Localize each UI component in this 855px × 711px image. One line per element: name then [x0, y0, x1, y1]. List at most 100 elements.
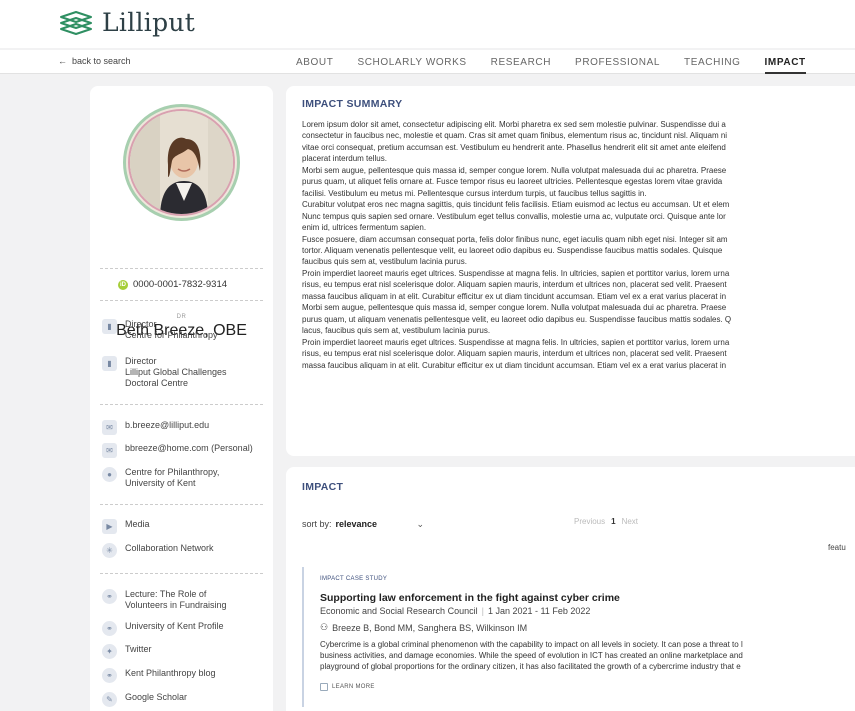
authors-text: Breeze B, Bond MM, Sanghera BS, Wilkinso…: [332, 622, 528, 633]
divider: [100, 573, 263, 574]
email-work-link[interactable]: ✉ b.breeze@lilliput.edu: [102, 420, 270, 435]
summary-line: Nunc tempus quis sapien sed ornare. Vest…: [302, 211, 726, 221]
mail-icon: ✉: [102, 420, 117, 435]
people-icon: ⚇: [320, 622, 329, 632]
tab-professional[interactable]: PROFESSIONAL: [575, 50, 660, 74]
tab-teaching[interactable]: TEACHING: [684, 50, 740, 74]
back-to-search-link[interactable]: ← back to search: [58, 56, 131, 66]
summary-line: vitae orci consequat, pretium accumsan e…: [302, 142, 726, 152]
impact-summary-text: Lorem ipsum dolor sit amet, consectetur …: [302, 119, 855, 371]
summary-line: purus quam, ut aliquam venenatis pellent…: [302, 314, 732, 324]
summary-line: Fusce posuere, diam accumsan consequat p…: [302, 234, 728, 244]
result-type: IMPACT CASE STUDY: [320, 576, 388, 582]
section-tabs: ABOUT SCHOLARLY WORKS RESEARCH PROFESSIO…: [296, 50, 830, 74]
previous-page-button[interactable]: Previous: [574, 517, 605, 526]
blog-link[interactable]: ⚭ Kent Philanthropy blog: [102, 668, 270, 683]
result-funder: Economic and Social Research Council: [320, 606, 478, 616]
role-item: ▮ Director Lilliput Global Challenges Doct…: [102, 356, 270, 389]
portrait-image: [130, 111, 233, 214]
summary-line: massa faucibus aliquam in at elit. Curab…: [302, 360, 727, 370]
network-icon: ✳: [102, 543, 117, 558]
summary-line: risus, eu tempus erat nisl scelerisque d…: [302, 280, 727, 290]
divider: [100, 404, 263, 405]
description-line: Cybercrime is a global criminal phenomen…: [320, 640, 743, 649]
result-dates: 1 Jan 2021 - 11 Feb 2022: [487, 606, 591, 616]
role-title: Director: [125, 356, 157, 366]
sort-value: relevance: [335, 519, 378, 529]
summary-line: Morbi sem augue, pellentesque quis massa…: [302, 165, 727, 175]
link-label: Kent Philanthropy blog: [125, 668, 216, 678]
role-title: Director: [125, 319, 157, 329]
sort-prefix: sort by:: [302, 519, 332, 529]
twitter-link[interactable]: ✦ Twitter: [102, 644, 270, 659]
summary-line: enim id, ultrices fermentum sapien.: [302, 223, 427, 233]
tab-research[interactable]: RESEARCH: [491, 50, 551, 74]
learn-more-link[interactable]: LEARN MORE: [320, 683, 375, 691]
result-authors: ⚇ Breeze B, Bond MM, Sanghera BS, Wilkin…: [320, 622, 527, 633]
document-icon: [320, 683, 328, 691]
link-label: Google Scholar: [125, 692, 188, 702]
link-label: University of Kent Profile: [125, 621, 224, 631]
tab-scholarly-works[interactable]: SCHOLARLY WORKS: [357, 50, 466, 74]
link-icon: ⚭: [102, 668, 117, 683]
avatar: [123, 104, 240, 221]
twitter-icon: ✦: [102, 644, 117, 659]
impact-summary-title: IMPACT SUMMARY: [302, 98, 403, 110]
next-page-button[interactable]: Next: [622, 517, 638, 526]
summary-line: Morbi sem augue, pellentesque quis massa…: [302, 303, 727, 313]
profile-sidebar: DR Beth Breeze, OBE iD 0000-0001-7832-93…: [90, 86, 273, 711]
result-meta: Economic and Social Research Council | 1 J…: [320, 606, 590, 616]
collaboration-network-link[interactable]: ✳ Collaboration Network: [102, 543, 270, 558]
google-scholar-link[interactable]: ✎ Google Scholar: [102, 692, 270, 707]
role-org: Centre for Philanthropy: [125, 330, 218, 340]
scholar-icon: ✎: [102, 692, 117, 707]
building-icon: ▮: [102, 319, 117, 334]
link-label: Lecture: The Role of: [125, 589, 207, 599]
top-header: Lilliput: [0, 0, 855, 48]
address-line1: Centre for Philanthropy,: [125, 467, 220, 477]
summary-line: purus quam, ut aliquet felis ornare at. …: [302, 177, 723, 187]
result-description: Cybercrime is a global criminal phenomen…: [320, 639, 855, 672]
result-title-link[interactable]: Supporting law enforcement in the fight …: [320, 592, 620, 604]
meta-divider: |: [481, 606, 484, 616]
featured-toggle[interactable]: featu: [828, 543, 846, 552]
location-pin-icon: ●: [102, 467, 117, 482]
summary-line: risus, eu tempus erat nisl scelerisque d…: [302, 349, 727, 359]
divider: [100, 300, 263, 301]
brand-name: Lilliput: [102, 8, 196, 37]
link-label: Twitter: [125, 644, 152, 654]
university-profile-link[interactable]: ⚭ University of Kent Profile: [102, 621, 270, 636]
tab-about[interactable]: ABOUT: [296, 50, 333, 74]
description-line: playground of global proportions for the…: [320, 662, 741, 671]
role-org-line2: Doctoral Centre: [125, 378, 189, 388]
back-label: back to search: [72, 56, 131, 66]
impact-summary-card: IMPACT SUMMARY Lorem ipsum dolor sit ame…: [286, 86, 855, 456]
brand-logo[interactable]: Lilliput: [58, 8, 195, 37]
arrow-left-icon: ←: [58, 56, 67, 66]
address-line2: University of Kent: [125, 478, 196, 488]
chevron-down-icon: ⌄: [416, 518, 424, 529]
sort-select[interactable]: sort by: relevance ⌄: [302, 515, 430, 533]
learn-more-label: LEARN MORE: [332, 684, 375, 690]
summary-line: placerat interdum tellus.: [302, 154, 387, 164]
role-item: ▮ Director Centre for Philanthropy: [102, 319, 270, 341]
lecture-link[interactable]: ⚭ Lecture: The Role of Volunteers in Fund…: [102, 589, 270, 611]
tab-impact[interactable]: IMPACT: [764, 50, 806, 74]
pagination: Previous 1 Next: [574, 517, 638, 526]
profile-navbar: ← back to search ABOUT SCHOLARLY WORKS R…: [0, 50, 855, 74]
logo-icon: [60, 10, 92, 35]
building-icon: ▮: [102, 356, 117, 371]
orcid-link[interactable]: iD 0000-0001-7832-9314: [118, 279, 227, 290]
summary-line: facilisi. Vestibulum eu metus mi. Pellen…: [302, 188, 647, 198]
impact-title: IMPACT: [302, 481, 344, 493]
orcid-icon: iD: [118, 279, 128, 290]
summary-line: Proin imperdiet laoreet mauris eget ultr…: [302, 268, 730, 278]
impact-result-item: IMPACT CASE STUDY Supporting law enforce…: [302, 567, 855, 707]
link-icon: ⚭: [102, 589, 117, 604]
orcid-id: 0000-0001-7832-9314: [133, 279, 228, 290]
impact-list-card: IMPACT sort by: relevance ⌄ Previous 1 N…: [286, 467, 855, 711]
email-text: b.breeze@lilliput.edu: [125, 420, 210, 430]
summary-line: Lorem ipsum dolor sit amet, consectetur …: [302, 120, 726, 129]
email-personal-link[interactable]: ✉ bbreeze@home.com (Personal): [102, 443, 270, 458]
media-link[interactable]: ▶ Media: [102, 519, 270, 534]
